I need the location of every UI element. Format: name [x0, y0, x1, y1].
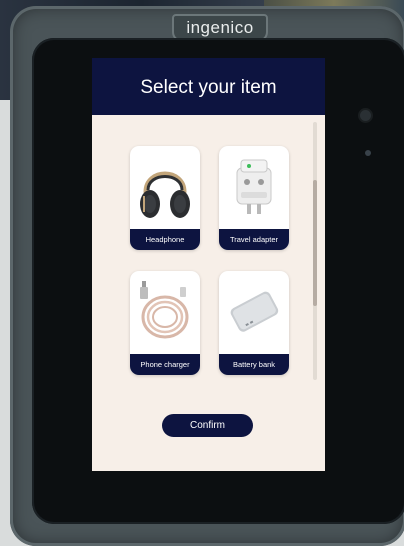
item-label: Travel adapter	[219, 229, 289, 250]
screen-header: Select your item	[92, 58, 325, 115]
battery-bank-icon	[230, 291, 279, 332]
page-title: Select your item	[140, 77, 277, 98]
item-card-phone-charger[interactable]: Phone charger	[130, 271, 200, 375]
scrollbar-thumb[interactable]	[313, 180, 317, 306]
camera-icon	[360, 110, 371, 121]
confirm-button[interactable]: Confirm	[162, 414, 253, 437]
item-card-headphone[interactable]: Headphone	[130, 146, 200, 250]
item-label: Battery bank	[219, 354, 289, 375]
travel-adapter-icon	[236, 159, 272, 214]
sensor-icon	[365, 150, 371, 156]
item-card-battery-bank[interactable]: Battery bank	[219, 271, 289, 375]
phone-charger-icon	[140, 281, 189, 339]
headphone-icon	[140, 171, 190, 218]
terminal-screen: Select your item Headphone Travel adapte	[92, 58, 325, 471]
item-label: Phone charger	[130, 354, 200, 375]
item-label: Headphone	[130, 229, 200, 250]
item-card-travel-adapter[interactable]: Travel adapter	[219, 146, 289, 250]
